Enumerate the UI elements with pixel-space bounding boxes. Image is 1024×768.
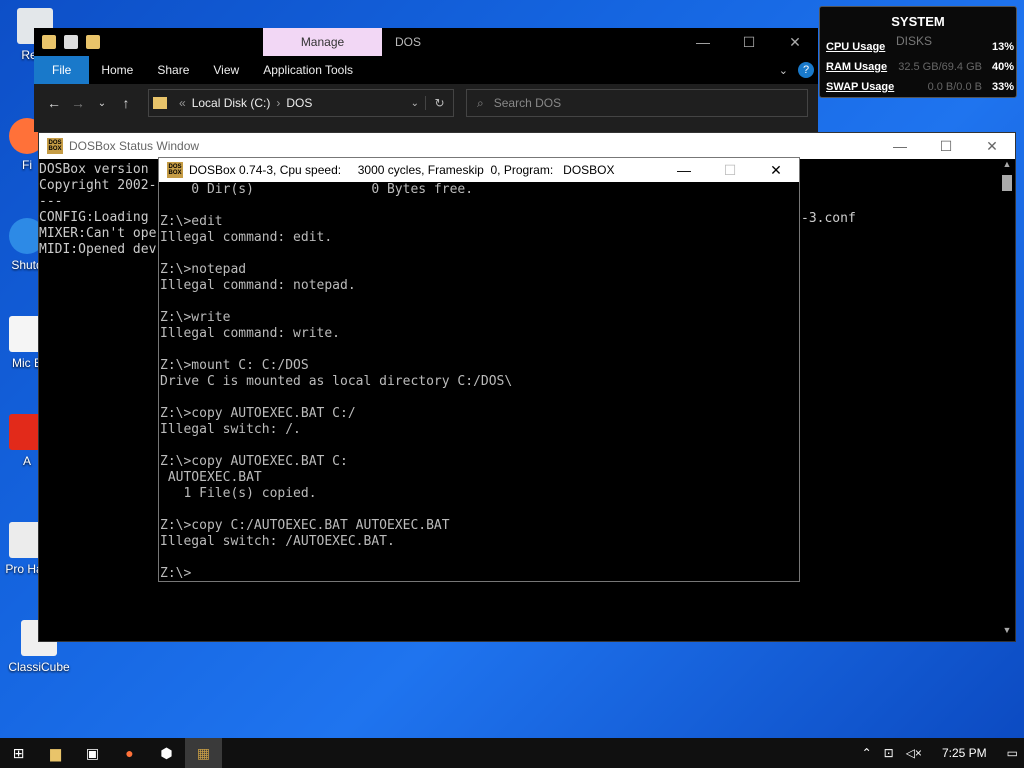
search-placeholder: Search DOS	[493, 96, 562, 110]
chevron-up-icon[interactable]: ⌃	[856, 746, 878, 760]
dos-terminal[interactable]: 0 Dir(s) 0 Bytes free. Z:\>edit Illegal …	[159, 182, 799, 581]
chevron-right-icon[interactable]: ›	[276, 96, 280, 110]
scroll-up-icon[interactable]: ▲	[999, 159, 1015, 175]
status-log-config-tail: -3.conf	[801, 211, 856, 226]
system-title: SYSTEM	[891, 14, 945, 29]
system-tray: ⌃ ⊡ ◁× 7:25 PM ▭	[856, 738, 1024, 768]
recent-locations-icon[interactable]: ⌄	[90, 98, 114, 109]
help-icon[interactable]: ?	[798, 62, 814, 78]
cube-app-icon[interactable]: ⬢	[148, 738, 185, 768]
refresh-icon[interactable]: ↻	[425, 96, 453, 110]
address-field[interactable]: « Local Disk (C:) › DOS ⌄ ↻	[148, 89, 454, 117]
system-monitor-widget: SYSTEM DISKS CPU Usage 13% RAM Usage 32.…	[819, 6, 1017, 98]
start-windows-icon[interactable]: ⊞	[0, 738, 37, 768]
dosbox-titlebar[interactable]: DOS BOX DOSBox 0.74-3, Cpu speed: 3000 cy…	[159, 158, 799, 182]
scroll-thumb[interactable]	[1002, 175, 1012, 191]
forward-arrow-icon[interactable]: →	[66, 95, 90, 111]
tab-view[interactable]: View	[201, 56, 251, 84]
minimize-button[interactable]: —	[661, 158, 707, 182]
dosbox-taskbar-icon[interactable]: ▦	[185, 738, 222, 768]
dosbox-icon: DOS BOX	[167, 162, 183, 178]
chevron-left-icon: «	[179, 96, 186, 110]
folder-icon	[153, 97, 167, 109]
breadcrumb-folder[interactable]: DOS	[286, 96, 312, 110]
explorer-titlebar[interactable]: Manage DOS — ☐ ✕	[34, 28, 818, 56]
dosbox-title: DOSBox 0.74-3, Cpu speed: 3000 cycles, F…	[189, 163, 615, 177]
expand-ribbon-icon[interactable]: ⌄	[779, 64, 788, 77]
search-icon: ⌕	[477, 95, 484, 110]
minimize-button[interactable]: —	[877, 133, 923, 159]
minimize-button[interactable]: —	[680, 28, 726, 56]
ribbon: File Home Share View Application Tools ⌄…	[34, 56, 818, 84]
tab-share[interactable]: Share	[145, 56, 201, 84]
swap-usage-row: SWAP Usage 0.0 B/0.0 B 33%	[826, 81, 1014, 93]
chevron-down-icon[interactable]: ⌄	[411, 98, 419, 109]
status-window-titlebar[interactable]: DOS BOX DOSBox Status Window — ☐ ✕	[39, 133, 1015, 159]
notifications-icon[interactable]: ▭	[1001, 746, 1024, 760]
up-arrow-icon[interactable]: ↑	[114, 95, 138, 111]
tab-home[interactable]: Home	[89, 56, 145, 84]
file-explorer-icon[interactable]: ▆	[37, 738, 74, 768]
tab-manage[interactable]: Manage	[263, 28, 382, 56]
volume-muted-icon[interactable]: ◁×	[900, 746, 928, 760]
new-folder-icon[interactable]	[86, 35, 100, 49]
clock[interactable]: 7:25 PM	[928, 746, 1001, 760]
close-button[interactable]: ✕	[753, 158, 799, 182]
close-button[interactable]: ✕	[969, 133, 1015, 159]
window-title: DOS	[395, 35, 422, 49]
store-icon[interactable]: ▣	[74, 738, 111, 768]
dosbox-window[interactable]: DOS BOX DOSBox 0.74-3, Cpu speed: 3000 cy…	[158, 157, 800, 582]
dosbox-icon: DOS BOX	[47, 138, 63, 154]
taskbar: ⊞ ▆ ▣ ● ⬢ ▦ ⌃ ⊡ ◁× 7:25 PM ▭	[0, 738, 1024, 768]
maximize-button: ☐	[723, 161, 737, 178]
tab-file[interactable]: File	[34, 56, 90, 84]
folder-icon	[42, 35, 56, 49]
search-input[interactable]: ⌕ Search DOS	[466, 89, 808, 117]
file-explorer-window[interactable]: Manage DOS — ☐ ✕ File Home Share View Ap…	[34, 28, 818, 132]
back-arrow-icon[interactable]: ←	[42, 95, 66, 111]
firefox-icon[interactable]: ●	[111, 738, 148, 768]
maximize-button[interactable]: ☐	[923, 133, 969, 159]
status-window-title: DOSBox Status Window	[69, 139, 200, 153]
close-button[interactable]: ✕	[772, 28, 818, 56]
ram-usage-row: RAM Usage 32.5 GB/69.4 GB 40%	[826, 61, 1014, 73]
vertical-scrollbar[interactable]: ▲ ▼	[999, 159, 1015, 641]
scroll-down-icon[interactable]: ▼	[999, 625, 1015, 641]
address-bar-row: ← → ⌄ ↑ « Local Disk (C:) › DOS ⌄ ↻ ⌕ Se…	[34, 84, 818, 122]
cpu-usage-row: CPU Usage 13%	[826, 41, 1014, 53]
properties-icon[interactable]	[64, 35, 78, 49]
network-icon[interactable]: ⊡	[878, 746, 900, 760]
tab-application-tools[interactable]: Application Tools	[251, 56, 365, 84]
breadcrumb-root[interactable]: Local Disk (C:)	[192, 96, 271, 110]
maximize-button[interactable]: ☐	[726, 28, 772, 56]
